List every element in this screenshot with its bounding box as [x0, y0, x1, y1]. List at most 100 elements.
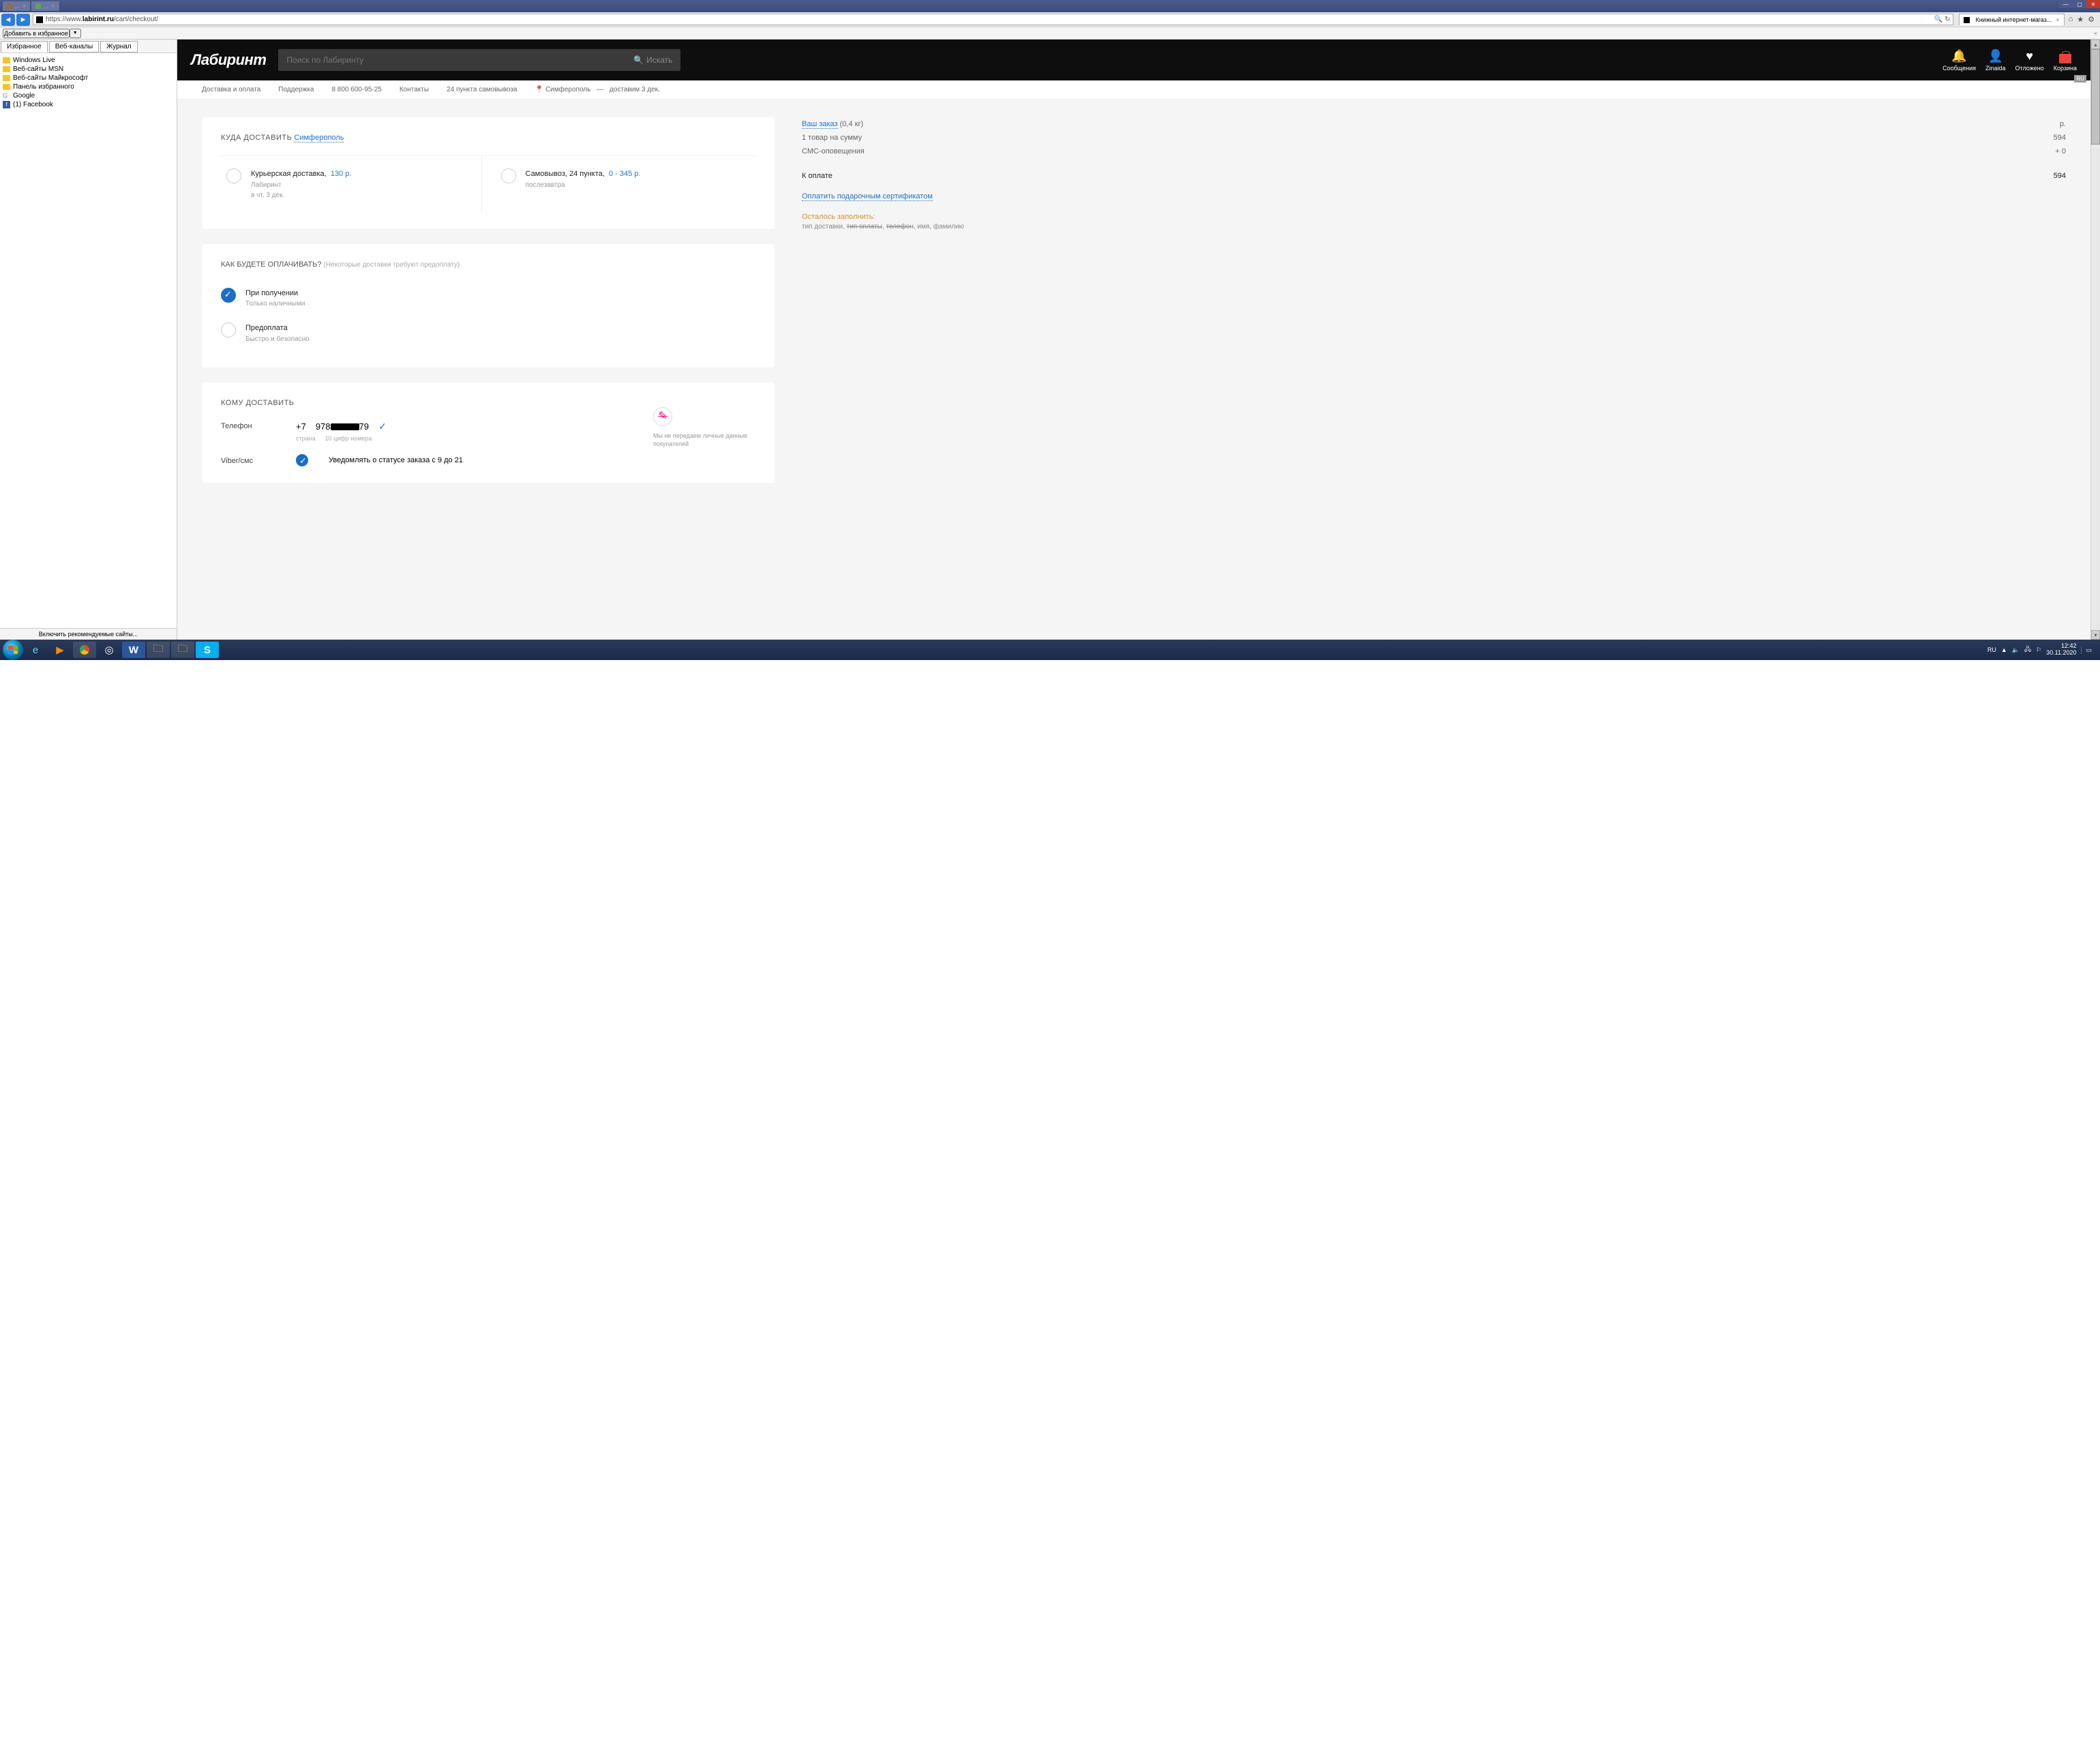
- address-bar[interactable]: https://www.labirint.ru/cart/checkout/ 🔍…: [33, 14, 1953, 25]
- subnav-support[interactable]: Поддержка: [278, 86, 314, 93]
- search-wrap: 🔍Искать: [278, 49, 680, 71]
- window-minimize[interactable]: —: [2059, 0, 2073, 8]
- sidebar-tab-feeds[interactable]: Веб-каналы: [49, 41, 99, 53]
- radio-icon: [221, 323, 236, 338]
- start-button[interactable]: [3, 640, 23, 660]
- phone-label: Телефон: [221, 421, 275, 430]
- tray-network-icon[interactable]: 🖧: [2024, 644, 2031, 655]
- delivery-option-pickup[interactable]: Самовывоз, 24 пункта, 0 - 345 р. послеза…: [481, 155, 756, 213]
- destination-city[interactable]: Симферополь: [294, 134, 344, 143]
- search-icon[interactable]: 🔍: [1934, 16, 1942, 23]
- tray-flag-icon[interactable]: ⚐: [2036, 646, 2041, 654]
- messages-button[interactable]: 🔔Сообщения: [1942, 49, 1976, 72]
- aero-tab[interactable]: …×: [31, 1, 59, 11]
- folder-icon: [3, 57, 10, 63]
- checkbox-icon[interactable]: [296, 454, 308, 466]
- recipient-title: КОМУ ДОСТАВИТЬ: [221, 399, 755, 407]
- aero-tab[interactable]: …×: [3, 1, 30, 11]
- sidebar-item[interactable]: Веб-сайты MSN: [3, 65, 174, 74]
- add-favorite-menu[interactable]: ▼: [70, 29, 81, 38]
- pin-icon: 📍: [535, 86, 543, 93]
- close-fav-panel[interactable]: ×: [2094, 30, 2097, 37]
- logo[interactable]: Лабиринт: [191, 51, 266, 69]
- sidebar-item[interactable]: Веб-сайты Майкрософт: [3, 74, 174, 83]
- window-maximize[interactable]: ▢: [2073, 0, 2086, 8]
- country-code[interactable]: +7: [296, 421, 306, 432]
- site-favicon: [36, 16, 43, 23]
- heart-icon: ♥: [2026, 49, 2033, 63]
- url-text: https://www.labirint.ru/cart/checkout/: [46, 16, 1934, 23]
- scroll-thumb[interactable]: [2091, 49, 2100, 145]
- task-media[interactable]: ▶: [48, 642, 72, 658]
- delivery-option-courier[interactable]: Курьерская доставка, 130 р. Лабиринт в ч…: [221, 155, 481, 213]
- recipient-card: КОМУ ДОСТАВИТЬ Телефон +7 97879 ✓: [202, 383, 775, 483]
- task-explorer[interactable]: 🗀: [147, 642, 170, 658]
- sidebar-item[interactable]: f(1) Facebook: [3, 100, 174, 109]
- browser-tab[interactable]: Книжный интернет-магаз... ×: [1959, 14, 2064, 25]
- system-tray: RU ▲ 🔈 🖧 ⚐ 12:4230.11.2020 ▭: [1987, 643, 2097, 657]
- subnav-phone[interactable]: 8 800 600-95-25: [331, 86, 381, 93]
- order-link[interactable]: Ваш заказ: [802, 120, 838, 129]
- google-icon: G: [3, 92, 10, 100]
- refresh-icon[interactable]: ↻: [1945, 16, 1950, 23]
- sidebar-item[interactable]: Панель избранного: [3, 83, 174, 91]
- task-app[interactable]: ◎: [97, 642, 121, 658]
- sidebar-tab-favorites[interactable]: Избранное: [1, 41, 48, 53]
- account-button[interactable]: 👤Zinaida: [1985, 49, 2006, 72]
- folder-icon: [3, 84, 10, 90]
- tray-arrow-icon[interactable]: ▲: [2001, 646, 2007, 653]
- page-content: Лабиринт 🔍Искать 🔔Сообщения 👤Zinaida ♥От…: [177, 40, 2090, 640]
- folder-icon: [3, 66, 10, 72]
- tab-close-icon[interactable]: ×: [2056, 16, 2059, 23]
- window-titlebar: …× …× — ▢ ✕: [0, 0, 2100, 12]
- radio-icon: [221, 288, 236, 303]
- task-chrome[interactable]: [73, 642, 96, 658]
- search-icon: 🔍: [633, 55, 644, 65]
- sidebar-list: Windows Live Веб-сайты MSN Веб-сайты Май…: [0, 53, 177, 112]
- sidebar-item[interactable]: Windows Live: [3, 56, 174, 65]
- subnav-contacts[interactable]: Контакты: [400, 86, 429, 93]
- search-button[interactable]: 🔍Искать: [633, 55, 672, 65]
- favorites-icon[interactable]: ★: [2077, 15, 2084, 24]
- sidebar-footer-button[interactable]: Включить рекомендуемые сайты...: [0, 628, 177, 640]
- scroll-down-icon[interactable]: ▾: [2091, 630, 2100, 640]
- payment-title: КАК БУДЕТЕ ОПЛАЧИВАТЬ?: [221, 260, 321, 269]
- home-icon[interactable]: ⌂: [2069, 15, 2073, 24]
- site-header: Лабиринт 🔍Искать 🔔Сообщения 👤Zinaida ♥От…: [177, 40, 2090, 80]
- subnav-delivery[interactable]: Доставка и оплата: [202, 86, 260, 93]
- task-ie[interactable]: e: [24, 642, 47, 658]
- back-button[interactable]: ◄: [1, 14, 15, 26]
- wishlist-button[interactable]: ♥Отложено: [2015, 49, 2044, 72]
- sidebar-tab-history[interactable]: Журнал: [100, 41, 138, 53]
- phone-input[interactable]: 97879: [316, 421, 369, 432]
- viber-label: Viber/смс: [221, 455, 275, 465]
- vertical-scrollbar[interactable]: ▴ ▾: [2090, 40, 2100, 640]
- sidebar-item[interactable]: GGoogle: [3, 91, 174, 100]
- show-desktop[interactable]: ▭: [2081, 646, 2092, 654]
- search-input[interactable]: [286, 55, 633, 65]
- window-close[interactable]: ✕: [2086, 0, 2100, 8]
- cart-button[interactable]: Корзина: [2054, 54, 2077, 72]
- tray-lang[interactable]: RU: [1987, 646, 1996, 653]
- lang-badge: RU: [2074, 75, 2086, 83]
- forward-button[interactable]: ►: [16, 14, 30, 26]
- tray-volume-icon[interactable]: 🔈: [2012, 646, 2020, 654]
- favorites-sidebar: Избранное Веб-каналы Журнал Windows Live…: [0, 40, 177, 640]
- task-skype[interactable]: S: [196, 642, 219, 658]
- tray-clock[interactable]: 12:4230.11.2020: [2046, 643, 2076, 657]
- scroll-up-icon[interactable]: ▴: [2091, 40, 2100, 49]
- tools-icon[interactable]: ⚙: [2088, 15, 2095, 24]
- gift-cert-link[interactable]: Оплатить подарочным сертификатом: [802, 192, 933, 201]
- viber-row: Viber/смс Уведомлять о статусе заказа с …: [221, 454, 653, 466]
- checkout: КУДА ДОСТАВИТЬ Симферополь Курьерская до…: [177, 100, 2090, 640]
- folder-icon: [3, 75, 10, 81]
- subnav-location[interactable]: 📍 Симферополь — доставим 3 дек.: [535, 86, 660, 93]
- tab-favicon: [1964, 17, 1970, 23]
- payment-option-prepay[interactable]: ПредоплатаБыстро и безопасно: [221, 316, 755, 351]
- subnav-pickup[interactable]: 24 пункта самовывоза: [447, 86, 517, 93]
- task-word[interactable]: W: [122, 642, 145, 658]
- payment-option-cod[interactable]: При полученииТолько наличными: [221, 281, 755, 316]
- task-folder[interactable]: 🗀: [171, 642, 194, 658]
- add-favorite-button[interactable]: Добавить в избранное: [3, 29, 70, 38]
- favorites-bar: Добавить в избранное ▼ ×: [0, 27, 2100, 40]
